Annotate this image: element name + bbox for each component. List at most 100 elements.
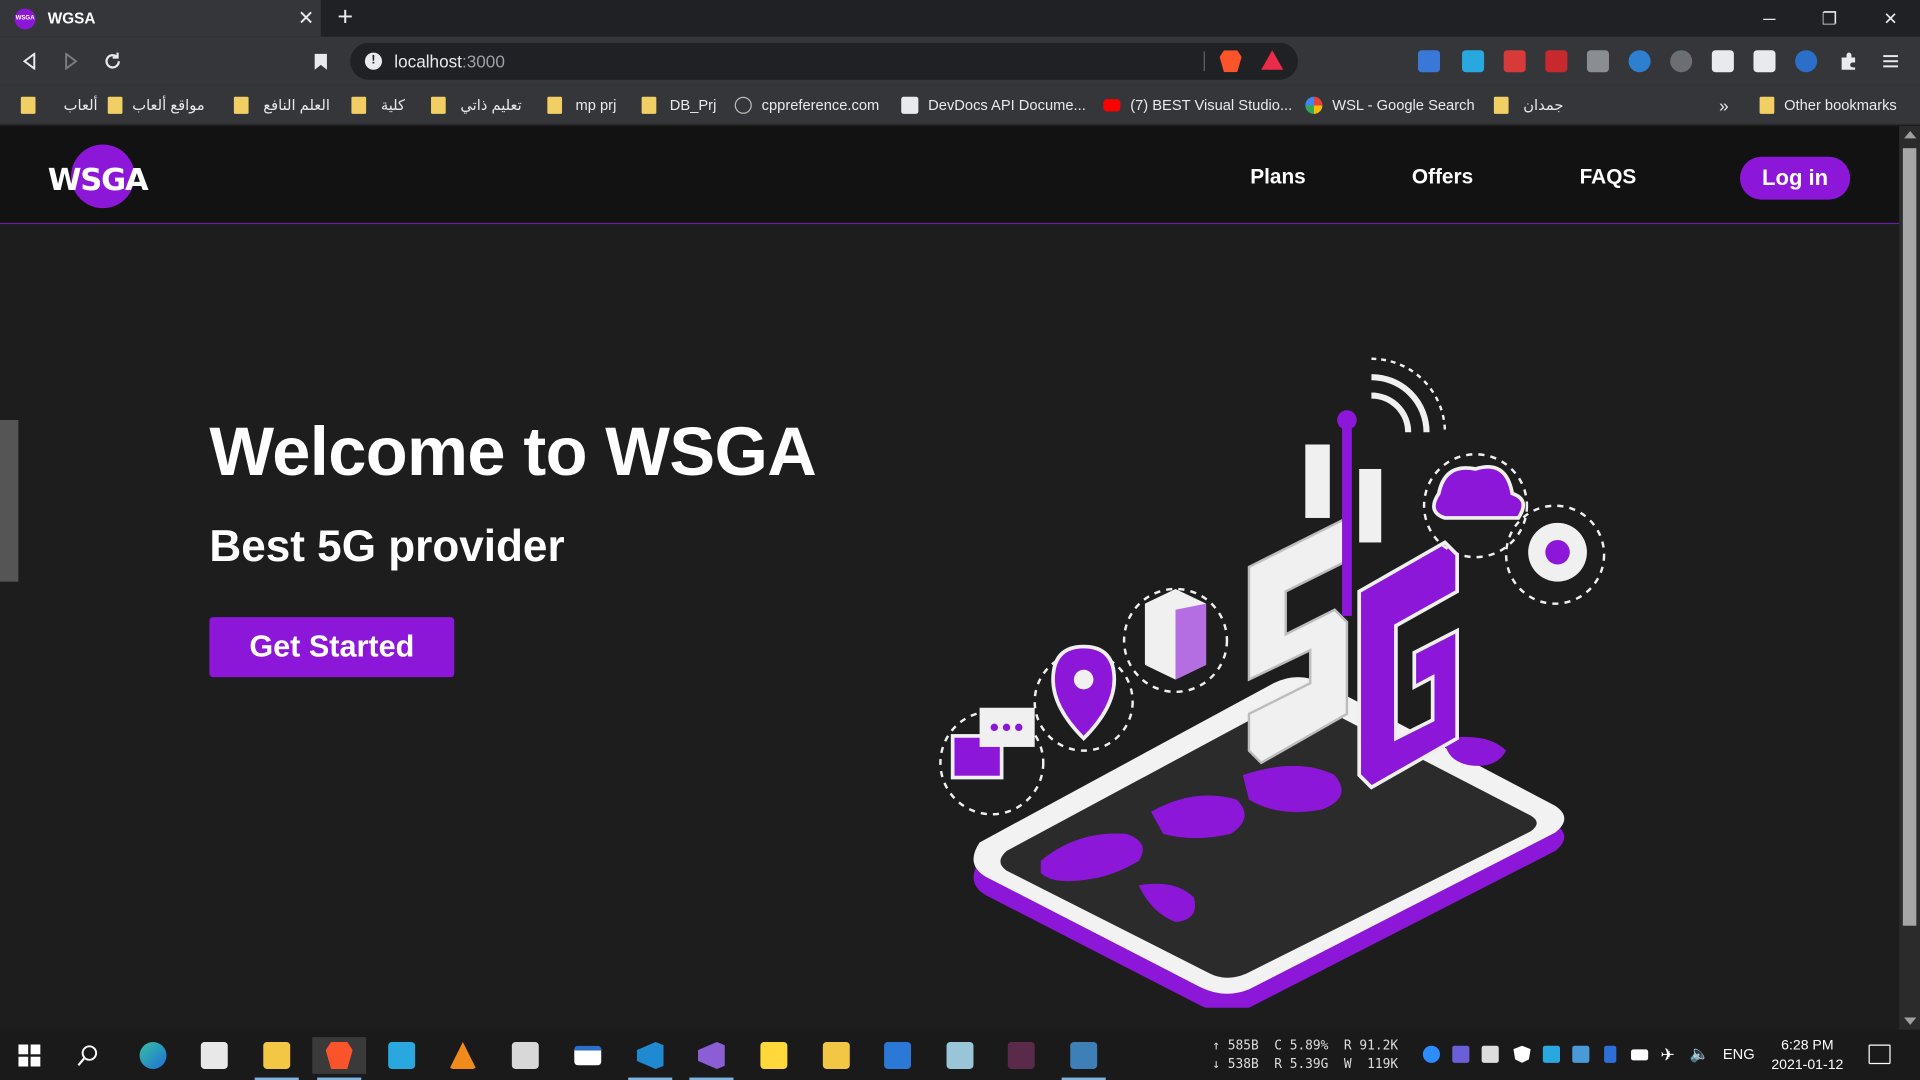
- zoom-tray-icon[interactable]: [1422, 1045, 1440, 1063]
- net-up: 585B: [1227, 1038, 1259, 1054]
- bookmark-label: cppreference.com: [761, 96, 880, 114]
- browser-menu-button[interactable]: [1876, 47, 1905, 76]
- scroll-up-icon[interactable]: [1904, 131, 1917, 139]
- reload-button[interactable]: [98, 47, 127, 76]
- sticky-notes-taskbar-icon[interactable]: [747, 1037, 801, 1074]
- vlc-taskbar-icon[interactable]: [436, 1037, 490, 1074]
- cppreference-icon: [734, 96, 752, 114]
- bookmark-site[interactable]: (7) BEST Visual Studio...: [1103, 94, 1292, 116]
- get-started-button[interactable]: Get Started: [209, 617, 455, 678]
- scroll-down-icon[interactable]: [1904, 1017, 1917, 1025]
- nav-faqs-link[interactable]: FAQS: [1580, 165, 1637, 189]
- bookmark-site[interactable]: WSL - Google Search: [1305, 94, 1475, 116]
- media-taskbar-icon[interactable]: [498, 1037, 552, 1074]
- edge-taskbar-icon[interactable]: [126, 1037, 180, 1074]
- brave-rewards-icon[interactable]: [1261, 50, 1284, 70]
- battery-tray-icon[interactable]: [1631, 1049, 1649, 1061]
- app-taskbar-icon-13[interactable]: [809, 1037, 863, 1074]
- bookmark-folder[interactable]: DB_Prj: [641, 94, 717, 116]
- start-button[interactable]: [2, 1037, 56, 1074]
- tray-icon-5[interactable]: [1542, 1045, 1560, 1063]
- extension-icon-10[interactable]: [1795, 50, 1818, 73]
- bookmark-page-button[interactable]: [306, 47, 335, 76]
- close-tab-icon[interactable]: ✕: [291, 6, 320, 30]
- bookmarks-bar: ألعاب مواقع ألعاب العلم النافع كلية تعلي…: [0, 85, 1920, 125]
- nav-plans-link[interactable]: Plans: [1250, 165, 1306, 189]
- search-button[interactable]: [61, 1037, 115, 1074]
- brave-taskbar-icon[interactable]: [312, 1037, 367, 1080]
- close-window-button[interactable]: ✕: [1861, 0, 1920, 37]
- hero-subtitle: Best 5G provider: [209, 520, 565, 571]
- bookmark-label: DB_Prj: [669, 96, 717, 114]
- bookmark-folder[interactable]: ألعاب: [20, 94, 98, 116]
- extension-icon-9[interactable]: [1753, 50, 1776, 73]
- forward-icon: [65, 52, 78, 70]
- google-translate-extension-icon[interactable]: [1417, 50, 1440, 73]
- extension-icon-5[interactable]: [1586, 50, 1609, 73]
- extension-icon-4[interactable]: [1545, 50, 1568, 73]
- app-taskbar-icon-15[interactable]: [933, 1037, 987, 1074]
- input-language[interactable]: ENG: [1723, 1046, 1755, 1063]
- bookmark-folder[interactable]: كلية: [351, 94, 405, 116]
- forward-button[interactable]: [56, 47, 85, 76]
- login-button[interactable]: Log in: [1740, 156, 1851, 200]
- volume-icon[interactable]: 🔈: [1690, 1045, 1710, 1063]
- app-taskbar-icon-16[interactable]: [994, 1037, 1048, 1074]
- tray-icon-2[interactable]: [1452, 1045, 1470, 1063]
- bookmark-folder[interactable]: مواقع ألعاب: [107, 94, 205, 116]
- bookmark-folder[interactable]: العلم النافع: [233, 94, 330, 116]
- restore-button[interactable]: ❐: [1800, 0, 1859, 37]
- scrollbar-thumb[interactable]: [1902, 148, 1917, 926]
- file-explorer-taskbar-icon[interactable]: [250, 1037, 304, 1080]
- tray-icon-3[interactable]: [1481, 1045, 1499, 1063]
- disk-write: W 119K: [1343, 1056, 1399, 1072]
- vscode-taskbar-icon[interactable]: [623, 1037, 677, 1080]
- bluetooth-tray-icon[interactable]: [1604, 1045, 1617, 1063]
- bookmark-folder[interactable]: mp prj: [547, 94, 616, 116]
- tab-favicon: WSGA: [14, 7, 36, 29]
- other-bookmarks-folder[interactable]: Other bookmarks: [1759, 94, 1897, 116]
- new-tab-button[interactable]: +: [331, 3, 360, 33]
- bookmark-folder[interactable]: تعليم ذاتي: [431, 94, 522, 116]
- app-taskbar-icon-14[interactable]: [871, 1037, 925, 1074]
- bookmark-site[interactable]: DevDocs API Docume...: [901, 94, 1086, 116]
- security-tray-icon[interactable]: [1513, 1045, 1531, 1063]
- browser-tab-active[interactable]: WSGA WGSA ✕: [0, 0, 321, 37]
- page-scrollbar[interactable]: [1899, 126, 1920, 1030]
- bookmark-label: DevDocs API Docume...: [928, 96, 1086, 114]
- site-info-icon[interactable]: !: [364, 52, 383, 70]
- address-bar[interactable]: ! localhost:3000: [350, 42, 1298, 80]
- window-taskbar-icon[interactable]: [561, 1037, 615, 1074]
- back-button[interactable]: [15, 47, 44, 76]
- side-scroll-tab[interactable]: [0, 420, 19, 582]
- system-clock[interactable]: 6:28 PM 2021-01-12: [1763, 1036, 1851, 1075]
- nav-offers-link[interactable]: Offers: [1412, 165, 1473, 189]
- tray-icon-6[interactable]: [1572, 1045, 1590, 1063]
- brave-shields-icon[interactable]: [1219, 50, 1242, 73]
- extension-icon-2[interactable]: [1462, 50, 1485, 73]
- site-logo[interactable]: WSGA: [48, 142, 149, 211]
- visual-studio-taskbar-icon[interactable]: [684, 1037, 738, 1080]
- extensions-button[interactable]: [1834, 47, 1863, 76]
- extension-icon-3[interactable]: [1503, 50, 1526, 73]
- app-taskbar-icon-17[interactable]: [1057, 1037, 1111, 1080]
- network-stats: ↑ 585B C 5.89% R 91.2K ↓ 538B R 5.39G W …: [1212, 1037, 1398, 1074]
- bookmark-site[interactable]: cppreference.com: [734, 94, 880, 116]
- folder-icon: [1759, 96, 1775, 114]
- url-text[interactable]: localhost:3000: [394, 51, 505, 71]
- windows-taskbar: ↑ 585B C 5.89% R 91.2K ↓ 538B R 5.39G W …: [0, 1029, 1920, 1080]
- minimize-button[interactable]: ─: [1740, 0, 1799, 37]
- extension-icon-7[interactable]: [1670, 50, 1693, 73]
- airplane-mode-icon[interactable]: ✈: [1660, 1046, 1677, 1063]
- extension-icon-6[interactable]: [1628, 50, 1651, 73]
- bookmark-label: العلم النافع: [263, 96, 330, 114]
- devdocs-icon: [901, 96, 919, 114]
- bookmarks-overflow-button[interactable]: »: [1719, 94, 1729, 116]
- bookmark-folder[interactable]: جمدان: [1493, 94, 1563, 116]
- site-navbar: WSGA Plans Offers FAQS Log in: [0, 126, 1900, 225]
- bookmark-label: WSL - Google Search: [1332, 96, 1475, 114]
- store-taskbar-icon[interactable]: [187, 1037, 241, 1074]
- extension-icon-8[interactable]: [1711, 50, 1734, 73]
- notifications-icon[interactable]: [1868, 1044, 1891, 1065]
- app-taskbar-icon-5[interactable]: [375, 1037, 429, 1074]
